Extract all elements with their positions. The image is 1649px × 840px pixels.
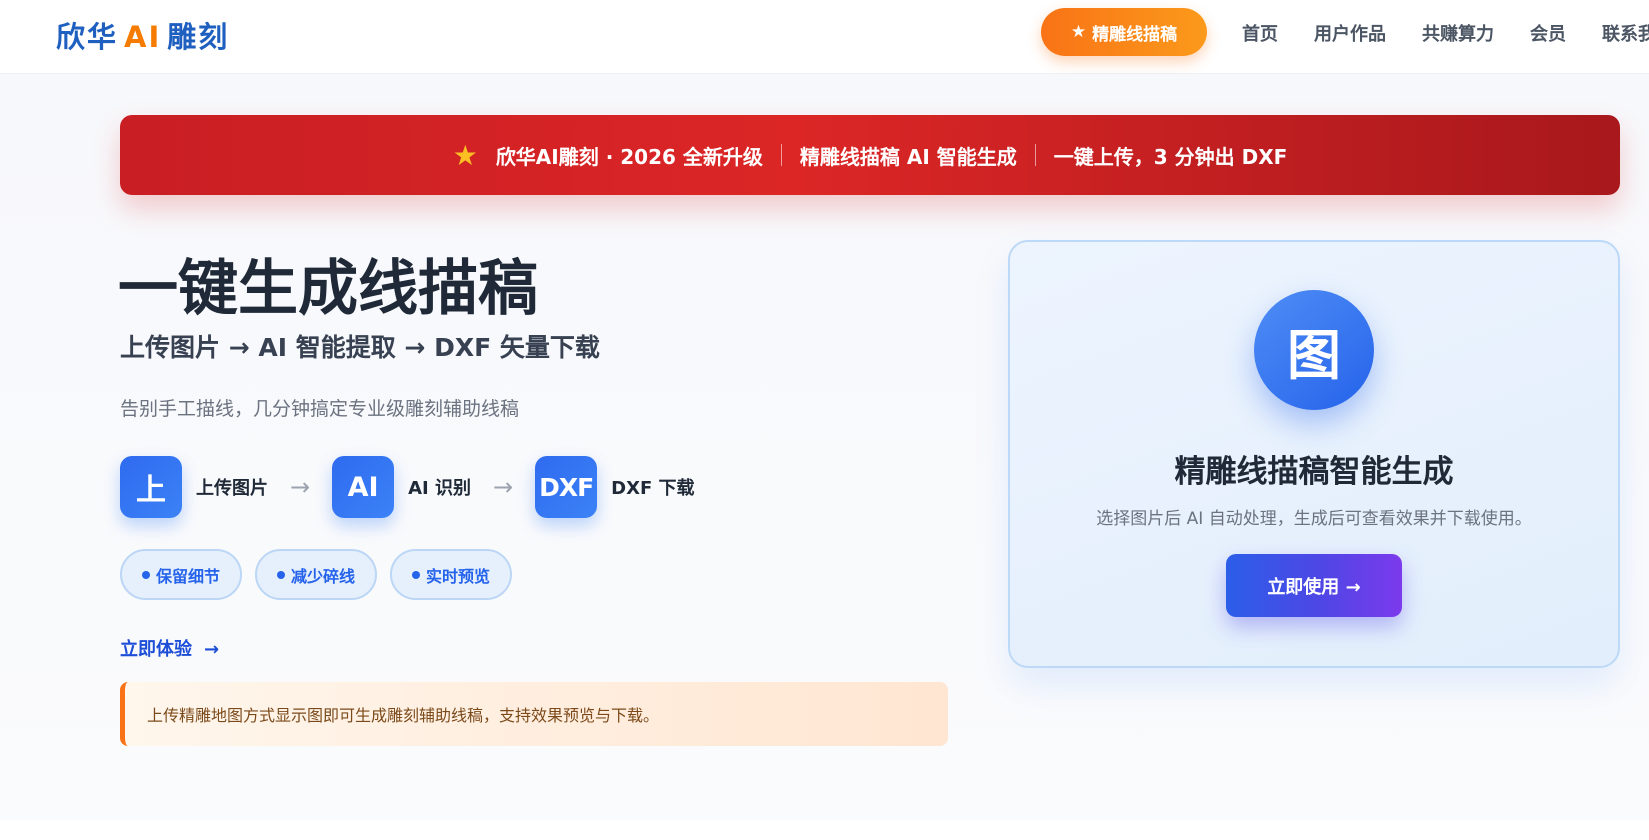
hero-title: 一键生成线描稿	[118, 254, 538, 324]
ai-icon: AI	[332, 456, 395, 518]
try-now-label: 立即体验	[120, 639, 192, 660]
logo-text-right: 雕刻	[167, 20, 230, 54]
nav-link-share-compute[interactable]: 共赚算力	[1422, 20, 1494, 46]
step-dxf-download: DXF DXF 下载	[535, 456, 695, 518]
step-upload: 上 上传图片	[120, 456, 268, 518]
main-nav: 首页 用户作品 共赚算力 会员 联系我们	[1242, 20, 1649, 46]
star-icon: ★	[452, 138, 478, 172]
try-now-link[interactable]: 立即体验 →	[120, 635, 219, 661]
notice-box: 上传精雕地图方式显示图即可生成雕刻辅助线稿，支持效果预览与下载。	[120, 682, 948, 746]
notice-text: 上传精雕地图方式显示图即可生成雕刻辅助线稿，支持效果预览与下载。	[147, 706, 660, 725]
nav-link-membership[interactable]: 会员	[1530, 20, 1566, 46]
hero-subtitle: 上传图片 → AI 智能提取 → DXF 矢量下载	[120, 333, 600, 362]
arrow-right-icon: →	[204, 639, 220, 660]
star-icon: ★	[1070, 22, 1087, 42]
feature-tag-label: 保留细节	[156, 566, 221, 586]
arrow-right-icon: →	[290, 473, 311, 501]
nav-cta-button[interactable]: ★ 精雕线描稿	[1041, 8, 1207, 56]
dot-icon	[277, 570, 286, 579]
site-logo[interactable]: 欣华 AI 雕刻	[56, 14, 229, 56]
page-bottom-edge	[0, 820, 1649, 840]
dot-icon	[412, 570, 421, 579]
nav-cta-label: 精雕线描稿	[1092, 24, 1178, 45]
card-title: 精雕线描稿智能生成	[1174, 454, 1454, 490]
card-description: 选择图片后 AI 自动处理，生成后可查看效果并下载使用。	[1096, 509, 1532, 529]
nav-link-user-works[interactable]: 用户作品	[1314, 20, 1386, 46]
use-now-button[interactable]: 立即使用 →	[1226, 554, 1402, 617]
arrow-right-icon: →	[493, 473, 514, 501]
banner-item: 精雕线描稿 AI 智能生成	[799, 144, 1017, 169]
dot-icon	[142, 570, 150, 579]
banner-item: 欣华AI雕刻 · 2026 全新升级	[495, 144, 763, 169]
main-content: ★ 欣华AI雕刻 · 2026 全新升级 精雕线描稿 AI 智能生成 一键上传，…	[0, 74, 1649, 820]
banner-divider	[1034, 144, 1036, 166]
dxf-icon: DXF	[535, 456, 598, 518]
nav-link-home[interactable]: 首页	[1242, 20, 1278, 46]
step-label: 上传图片	[196, 478, 268, 499]
site-header: 欣华AI雕刻 ★ 精雕线描稿 首页 用户作品 共赚算力 会员 联系我们	[0, 0, 1649, 74]
feature-tag-label: 实时预览	[426, 566, 491, 586]
feature-tag: 实时预览	[390, 549, 513, 600]
feature-tag-label: 减少碎线	[291, 566, 356, 586]
logo-text-ai: AI	[124, 20, 162, 54]
banner-divider	[780, 144, 782, 166]
feature-card: 图 精雕线描稿智能生成 选择图片后 AI 自动处理，生成后可查看效果并下载使用。…	[1008, 240, 1620, 668]
feature-tag: 保留细节	[120, 549, 243, 600]
step-label: AI 识别	[408, 478, 472, 499]
feature-tag: 减少碎线	[255, 549, 378, 600]
step-label: DXF 下载	[611, 478, 695, 499]
image-icon: 图	[1254, 290, 1374, 410]
banner-item: 一键上传，3 分钟出 DXF	[1053, 144, 1288, 169]
logo-text-left: 欣华	[56, 20, 119, 54]
process-steps: 上 上传图片 → AI AI 识别 → DXF DXF 下载	[120, 456, 695, 518]
promo-banner: ★ 欣华AI雕刻 · 2026 全新升级 精雕线描稿 AI 智能生成 一键上传，…	[120, 115, 1620, 195]
hero-description: 告别手工描线，几分钟搞定专业级雕刻辅助线稿	[120, 398, 520, 420]
nav-link-contact[interactable]: 联系我们	[1602, 20, 1649, 46]
feature-tags: 保留细节 减少碎线 实时预览	[120, 549, 513, 600]
step-ai-recognize: AI AI 识别	[332, 456, 471, 518]
upload-icon: 上	[120, 456, 182, 518]
